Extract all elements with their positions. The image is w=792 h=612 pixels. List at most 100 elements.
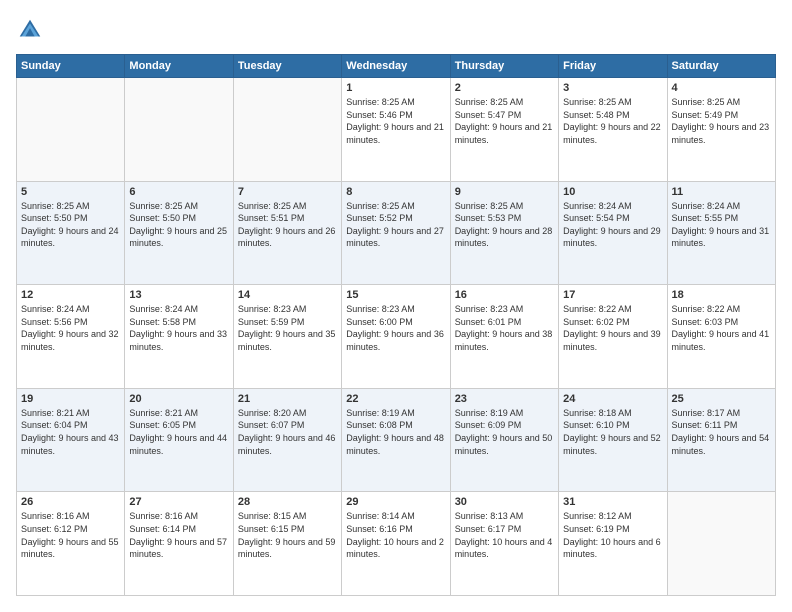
day-info: Sunrise: 8:13 AM Sunset: 6:17 PM Dayligh… <box>455 510 554 560</box>
day-info: Sunrise: 8:23 AM Sunset: 5:59 PM Dayligh… <box>238 303 337 353</box>
day-info: Sunrise: 8:25 AM Sunset: 5:52 PM Dayligh… <box>346 200 445 250</box>
weekday-header: Thursday <box>450 55 558 78</box>
day-info: Sunrise: 8:24 AM Sunset: 5:54 PM Dayligh… <box>563 200 662 250</box>
day-number: 13 <box>129 289 228 301</box>
calendar-day-cell: 28Sunrise: 8:15 AM Sunset: 6:15 PM Dayli… <box>233 492 341 596</box>
calendar-day-cell: 17Sunrise: 8:22 AM Sunset: 6:02 PM Dayli… <box>559 285 667 389</box>
calendar-day-cell: 13 Sunrise: 8:24 AM Sunset: 5:58 PM Dayli… <box>125 285 233 389</box>
calendar-day-cell: 2 Sunrise: 8:25 AM Sunset: 5:47 PM Daylig… <box>450 78 558 182</box>
day-info: Sunrise: 8:19 AM Sunset: 6:08 PM Dayligh… <box>346 407 445 457</box>
calendar-day-cell: 10Sunrise: 8:24 AM Sunset: 5:54 PM Dayli… <box>559 181 667 285</box>
day-number: 28 <box>238 496 337 508</box>
day-number: 23 <box>455 393 554 405</box>
day-number: 27 <box>129 496 228 508</box>
calendar-day-cell: 27 Sunrise: 8:16 AM Sunset: 6:14 PM Dayli… <box>125 492 233 596</box>
day-number: 3 <box>563 82 662 94</box>
calendar-day-cell: 26Sunrise: 8:16 AM Sunset: 6:12 PM Dayli… <box>17 492 125 596</box>
day-info: Sunrise: 8:24 AM Sunset: 5:58 PM Dayligh… <box>129 303 228 353</box>
calendar-header-row: SundayMondayTuesdayWednesdayThursdayFrid… <box>17 55 776 78</box>
weekday-header: Friday <box>559 55 667 78</box>
day-number: 30 <box>455 496 554 508</box>
day-info: Sunrise: 8:25 AM Sunset: 5:46 PM Dayligh… <box>346 96 445 146</box>
calendar-week-row: 19 Sunrise: 8:21 AM Sunset: 6:04 PM Dayli… <box>17 388 776 492</box>
day-info: Sunrise: 8:16 AM Sunset: 6:12 PM Dayligh… <box>21 510 120 560</box>
day-number: 7 <box>238 186 337 198</box>
day-number: 31 <box>563 496 662 508</box>
day-info: Sunrise: 8:16 AM Sunset: 6:14 PM Dayligh… <box>129 510 228 560</box>
day-info: Sunrise: 8:17 AM Sunset: 6:11 PM Dayligh… <box>672 407 771 457</box>
calendar-day-cell: 11 Sunrise: 8:24 AM Sunset: 5:55 PM Dayli… <box>667 181 775 285</box>
calendar-week-row: 1Sunrise: 8:25 AM Sunset: 5:46 PM Daylig… <box>17 78 776 182</box>
day-number: 6 <box>129 186 228 198</box>
day-info: Sunrise: 8:25 AM Sunset: 5:53 PM Dayligh… <box>455 200 554 250</box>
day-number: 29 <box>346 496 445 508</box>
calendar-day-cell: 30 Sunrise: 8:13 AM Sunset: 6:17 PM Dayli… <box>450 492 558 596</box>
calendar-day-cell: 22 Sunrise: 8:19 AM Sunset: 6:08 PM Dayli… <box>342 388 450 492</box>
calendar-week-row: 5Sunrise: 8:25 AM Sunset: 5:50 PM Daylig… <box>17 181 776 285</box>
calendar-day-cell <box>667 492 775 596</box>
day-number: 19 <box>21 393 120 405</box>
day-info: Sunrise: 8:24 AM Sunset: 5:56 PM Dayligh… <box>21 303 120 353</box>
calendar-day-cell: 20 Sunrise: 8:21 AM Sunset: 6:05 PM Dayli… <box>125 388 233 492</box>
day-number: 17 <box>563 289 662 301</box>
logo <box>16 16 48 44</box>
day-number: 14 <box>238 289 337 301</box>
day-number: 20 <box>129 393 228 405</box>
day-info: Sunrise: 8:21 AM Sunset: 6:05 PM Dayligh… <box>129 407 228 457</box>
calendar-table: SundayMondayTuesdayWednesdayThursdayFrid… <box>16 54 776 596</box>
calendar-week-row: 12Sunrise: 8:24 AM Sunset: 5:56 PM Dayli… <box>17 285 776 389</box>
day-number: 9 <box>455 186 554 198</box>
calendar-day-cell <box>125 78 233 182</box>
day-number: 24 <box>563 393 662 405</box>
day-number: 15 <box>346 289 445 301</box>
calendar-day-cell <box>233 78 341 182</box>
day-info: Sunrise: 8:25 AM Sunset: 5:47 PM Dayligh… <box>455 96 554 146</box>
day-number: 16 <box>455 289 554 301</box>
day-info: Sunrise: 8:19 AM Sunset: 6:09 PM Dayligh… <box>455 407 554 457</box>
day-number: 4 <box>672 82 771 94</box>
calendar-day-cell <box>17 78 125 182</box>
calendar-day-cell: 6 Sunrise: 8:25 AM Sunset: 5:50 PM Daylig… <box>125 181 233 285</box>
day-info: Sunrise: 8:21 AM Sunset: 6:04 PM Dayligh… <box>21 407 120 457</box>
day-info: Sunrise: 8:12 AM Sunset: 6:19 PM Dayligh… <box>563 510 662 560</box>
day-info: Sunrise: 8:18 AM Sunset: 6:10 PM Dayligh… <box>563 407 662 457</box>
day-number: 11 <box>672 186 771 198</box>
calendar-day-cell: 23 Sunrise: 8:19 AM Sunset: 6:09 PM Dayli… <box>450 388 558 492</box>
calendar-week-row: 26Sunrise: 8:16 AM Sunset: 6:12 PM Dayli… <box>17 492 776 596</box>
day-number: 8 <box>346 186 445 198</box>
day-number: 22 <box>346 393 445 405</box>
calendar-day-cell: 18 Sunrise: 8:22 AM Sunset: 6:03 PM Dayli… <box>667 285 775 389</box>
header <box>16 16 776 44</box>
day-info: Sunrise: 8:14 AM Sunset: 6:16 PM Dayligh… <box>346 510 445 560</box>
weekday-header: Sunday <box>17 55 125 78</box>
page: SundayMondayTuesdayWednesdayThursdayFrid… <box>0 0 792 612</box>
day-info: Sunrise: 8:22 AM Sunset: 6:03 PM Dayligh… <box>672 303 771 353</box>
calendar-day-cell: 31 Sunrise: 8:12 AM Sunset: 6:19 PM Dayli… <box>559 492 667 596</box>
day-info: Sunrise: 8:25 AM Sunset: 5:50 PM Dayligh… <box>21 200 120 250</box>
day-info: Sunrise: 8:20 AM Sunset: 6:07 PM Dayligh… <box>238 407 337 457</box>
day-info: Sunrise: 8:25 AM Sunset: 5:48 PM Dayligh… <box>563 96 662 146</box>
day-number: 25 <box>672 393 771 405</box>
calendar-day-cell: 19 Sunrise: 8:21 AM Sunset: 6:04 PM Dayli… <box>17 388 125 492</box>
logo-icon <box>16 16 44 44</box>
calendar-day-cell: 3 Sunrise: 8:25 AM Sunset: 5:48 PM Daylig… <box>559 78 667 182</box>
day-info: Sunrise: 8:24 AM Sunset: 5:55 PM Dayligh… <box>672 200 771 250</box>
calendar-day-cell: 16 Sunrise: 8:23 AM Sunset: 6:01 PM Dayli… <box>450 285 558 389</box>
day-number: 18 <box>672 289 771 301</box>
calendar-day-cell: 14 Sunrise: 8:23 AM Sunset: 5:59 PM Dayli… <box>233 285 341 389</box>
calendar-day-cell: 15 Sunrise: 8:23 AM Sunset: 6:00 PM Dayli… <box>342 285 450 389</box>
day-number: 21 <box>238 393 337 405</box>
calendar-day-cell: 24 Sunrise: 8:18 AM Sunset: 6:10 PM Dayli… <box>559 388 667 492</box>
day-info: Sunrise: 8:25 AM Sunset: 5:50 PM Dayligh… <box>129 200 228 250</box>
calendar-day-cell: 4Sunrise: 8:25 AM Sunset: 5:49 PM Daylig… <box>667 78 775 182</box>
day-info: Sunrise: 8:23 AM Sunset: 6:01 PM Dayligh… <box>455 303 554 353</box>
calendar-day-cell: 5Sunrise: 8:25 AM Sunset: 5:50 PM Daylig… <box>17 181 125 285</box>
weekday-header: Monday <box>125 55 233 78</box>
day-number: 2 <box>455 82 554 94</box>
calendar-day-cell: 21 Sunrise: 8:20 AM Sunset: 6:07 PM Dayli… <box>233 388 341 492</box>
calendar-day-cell: 7Sunrise: 8:25 AM Sunset: 5:51 PM Daylig… <box>233 181 341 285</box>
calendar-day-cell: 9 Sunrise: 8:25 AM Sunset: 5:53 PM Daylig… <box>450 181 558 285</box>
day-info: Sunrise: 8:23 AM Sunset: 6:00 PM Dayligh… <box>346 303 445 353</box>
calendar-day-cell: 29 Sunrise: 8:14 AM Sunset: 6:16 PM Dayli… <box>342 492 450 596</box>
calendar-day-cell: 25 Sunrise: 8:17 AM Sunset: 6:11 PM Dayli… <box>667 388 775 492</box>
